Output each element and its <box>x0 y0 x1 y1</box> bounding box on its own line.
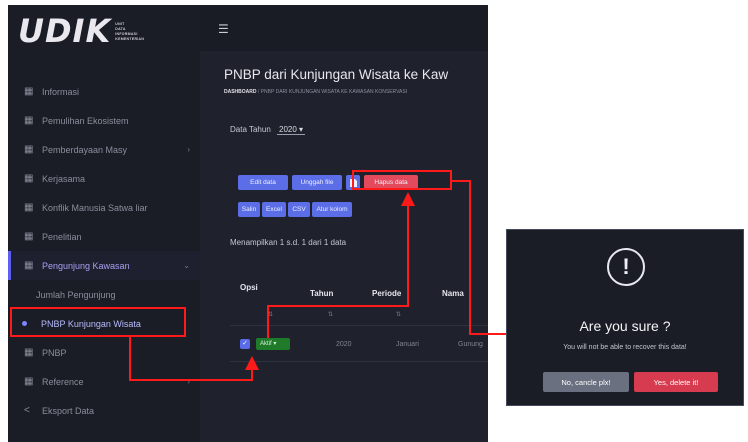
dialog-message: You will not be able to recover this dat… <box>563 344 687 351</box>
cancel-button[interactable]: No, cancle plx! <box>543 372 629 392</box>
dialog-title: Are you sure ? <box>579 318 671 334</box>
arrow-to-delete <box>267 192 415 338</box>
warning-icon: ! <box>607 248 645 286</box>
confirm-dialog: ! Are you sure ? You will not be able to… <box>506 229 744 406</box>
confirm-delete-button[interactable]: Yes, delete it! <box>634 372 718 392</box>
arrow-to-checkbox <box>129 337 259 381</box>
